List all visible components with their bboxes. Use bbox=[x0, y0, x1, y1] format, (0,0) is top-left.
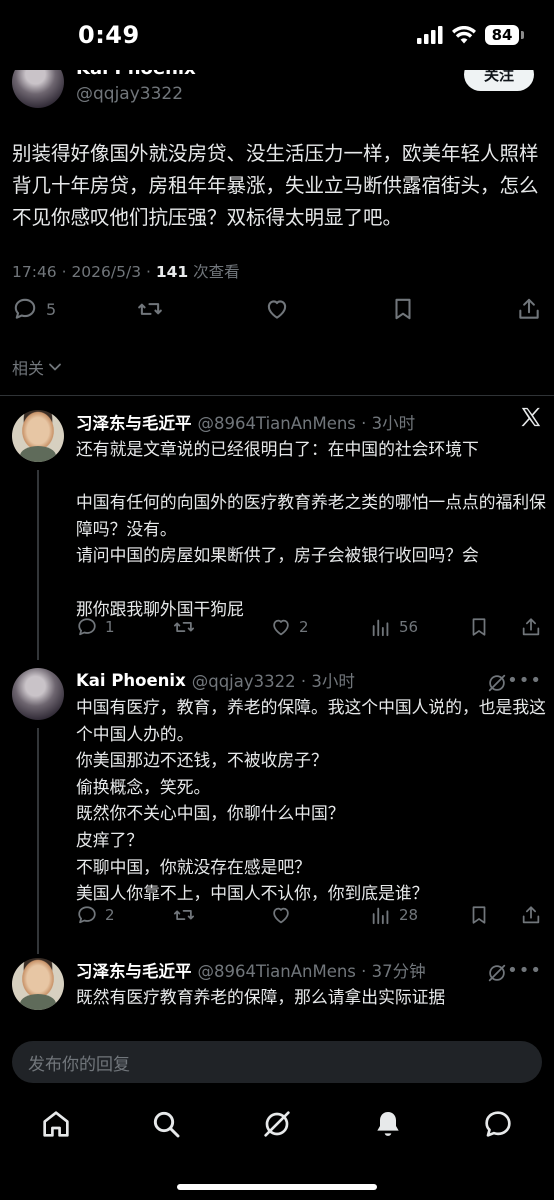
post-views-count: 141 bbox=[155, 263, 189, 281]
reply-header: 习泽东与毛近平 @8964TianAnMens · 37分钟 bbox=[76, 958, 426, 982]
heart-icon bbox=[273, 619, 289, 636]
repost-button[interactable] bbox=[136, 296, 164, 322]
reply-author-handle[interactable]: @8964TianAnMens · 37分钟 bbox=[198, 958, 426, 982]
post-action-bar: 5 bbox=[0, 296, 554, 334]
repost-icon bbox=[173, 622, 195, 632]
views-count: 28 bbox=[399, 906, 419, 924]
battery-indicator: 84 bbox=[485, 25, 524, 45]
reply-button[interactable]: 2 bbox=[76, 904, 115, 926]
share-button[interactable] bbox=[516, 296, 542, 322]
status-bar: 0:49 84 bbox=[0, 0, 554, 70]
bookmark-button[interactable] bbox=[468, 616, 490, 638]
reply-avatar[interactable] bbox=[12, 668, 64, 720]
bookmark-icon bbox=[472, 906, 486, 924]
repost-button[interactable] bbox=[172, 616, 196, 638]
views-count: 56 bbox=[399, 618, 419, 636]
section-divider bbox=[0, 395, 554, 396]
reply-author-name[interactable]: 习泽东与毛近平 bbox=[76, 410, 192, 434]
reply-header: Kai Phoenix @qqjay3322 · 3小时 bbox=[76, 668, 355, 692]
share-icon bbox=[519, 298, 539, 319]
post-views-label: 次查看 bbox=[188, 263, 240, 281]
reply-author-name[interactable]: 习泽东与毛近平 bbox=[76, 958, 192, 982]
reply-author-name[interactable]: Kai Phoenix bbox=[76, 671, 186, 690]
reply-input-placeholder: 发布你的回复 bbox=[28, 1054, 130, 1075]
like-button[interactable] bbox=[264, 296, 290, 322]
reply-avatar[interactable] bbox=[12, 958, 64, 1010]
analytics-icon bbox=[372, 907, 389, 925]
post-meta: 17:46 · 2026/5/3 · 141 次查看 bbox=[12, 260, 240, 282]
notifications-icon[interactable] bbox=[372, 1108, 404, 1140]
share-icon bbox=[522, 618, 540, 636]
reply-author-handle[interactable]: @qqjay3322 · 3小时 bbox=[192, 668, 355, 692]
bookmark-icon bbox=[472, 618, 486, 636]
share-button[interactable] bbox=[520, 616, 542, 638]
reply-text: 还有就是文章说的已经很明白了：在中国的社会环境下 中国有任何的向国外的医疗教育养… bbox=[76, 439, 546, 619]
reply-input[interactable]: 发布你的回复 bbox=[12, 1041, 542, 1083]
reply-count: 1 bbox=[105, 618, 115, 636]
like-button[interactable] bbox=[270, 904, 299, 926]
reply-item[interactable]: 习泽东与毛近平 @8964TianAnMens · 37分钟 ••• 既然有医疗… bbox=[0, 958, 554, 1028]
reply-icon bbox=[78, 618, 96, 636]
battery-level: 84 bbox=[485, 25, 519, 45]
share-button[interactable] bbox=[520, 904, 542, 926]
reply-button[interactable]: 1 bbox=[76, 616, 115, 638]
reply-action-bar: 1 2 56 bbox=[76, 616, 546, 642]
reply-item[interactable]: Kai Phoenix @qqjay3322 · 3小时 ••• 中国有医疗，教… bbox=[0, 668, 554, 928]
reply-item[interactable]: 习泽东与毛近平 @8964TianAnMens · 3小时 还有就是文章说的已经… bbox=[0, 410, 554, 650]
reply-header: 习泽东与毛近平 @8964TianAnMens · 3小时 bbox=[76, 410, 415, 434]
chevron-down-icon bbox=[49, 363, 61, 371]
home-icon[interactable] bbox=[40, 1108, 72, 1140]
views-button[interactable]: 56 bbox=[370, 616, 418, 638]
like-count: 2 bbox=[299, 618, 309, 636]
related-label: 相关 bbox=[12, 359, 45, 378]
analytics-icon bbox=[372, 619, 389, 637]
bookmark-button[interactable] bbox=[390, 296, 416, 322]
reply-action-bar: 2 28 bbox=[76, 904, 546, 930]
heart-icon bbox=[273, 907, 289, 924]
reply-author-handle[interactable]: @8964TianAnMens · 3小时 bbox=[198, 410, 416, 434]
status-time: 0:49 bbox=[78, 21, 140, 49]
grok-icon[interactable] bbox=[261, 1108, 293, 1140]
reply-avatar[interactable] bbox=[12, 410, 64, 462]
reply-button[interactable]: 5 bbox=[12, 296, 56, 322]
reply-text: 既然有医疗教育养老的保障，那么请拿出实际证据 bbox=[76, 987, 446, 1007]
cellular-signal-icon bbox=[417, 26, 443, 44]
post-text: 别装得好像国外就没房贷、没生活压力一样，欧美年轻人照样背几十年房贷，房租年年暴涨… bbox=[12, 142, 539, 229]
reply-icon bbox=[14, 298, 36, 319]
reply-text: 中国有医疗，教育，养老的保障。我这个中国人说的，也是我这个中国人办的。 你美国那… bbox=[76, 697, 546, 904]
status-icons: 84 bbox=[417, 25, 524, 45]
repost-icon bbox=[138, 303, 162, 315]
heart-icon bbox=[267, 300, 287, 319]
related-toggle[interactable]: 相关 bbox=[12, 355, 62, 379]
reply-count: 2 bbox=[105, 906, 115, 924]
grok-icon[interactable] bbox=[486, 962, 508, 984]
bookmark-button[interactable] bbox=[468, 904, 490, 926]
home-indicator[interactable] bbox=[177, 1184, 377, 1190]
repost-button[interactable] bbox=[172, 904, 196, 926]
more-options-icon[interactable]: ••• bbox=[507, 670, 542, 691]
post-timestamp: 17:46 · 2026/5/3 · bbox=[12, 263, 156, 281]
more-options-icon[interactable]: ••• bbox=[507, 960, 542, 981]
wifi-icon bbox=[452, 26, 476, 44]
grok-icon[interactable] bbox=[486, 672, 508, 694]
search-icon[interactable] bbox=[150, 1108, 182, 1140]
views-button[interactable]: 28 bbox=[370, 904, 418, 926]
author-handle[interactable]: @qqjay3322 bbox=[76, 84, 183, 104]
repost-icon bbox=[173, 910, 195, 920]
battery-tip bbox=[521, 31, 524, 39]
reply-count: 5 bbox=[46, 299, 57, 319]
reply-icon bbox=[78, 906, 96, 924]
bottom-tab-bar bbox=[0, 1100, 554, 1200]
share-icon bbox=[522, 906, 540, 924]
like-button[interactable]: 2 bbox=[270, 616, 309, 638]
messages-icon[interactable] bbox=[482, 1108, 514, 1140]
bookmark-icon bbox=[395, 298, 411, 320]
